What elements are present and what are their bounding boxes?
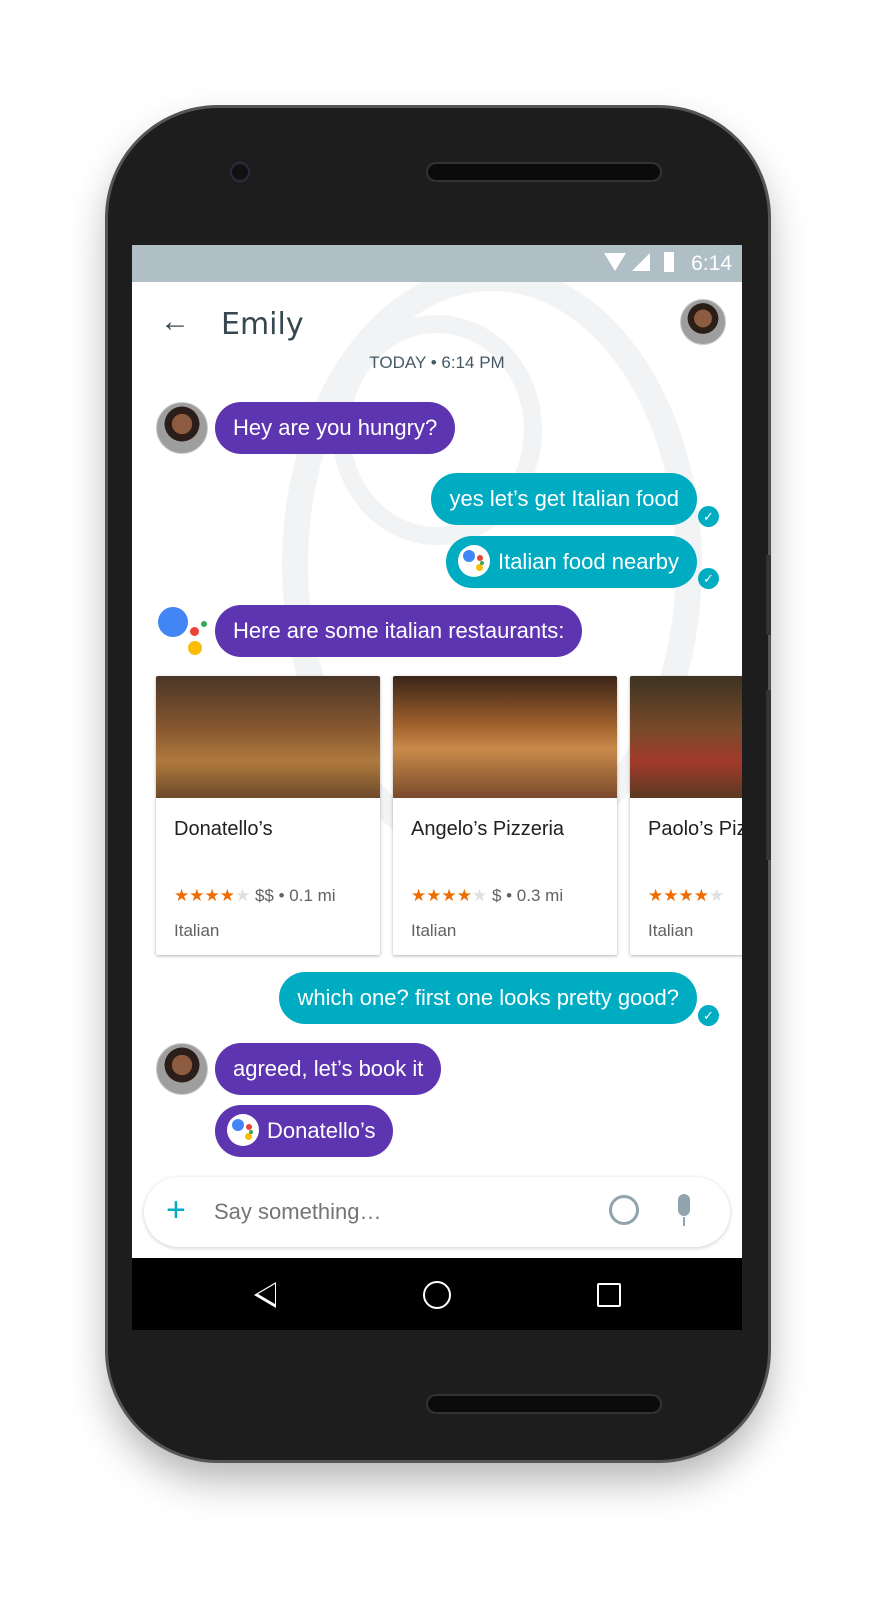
top-speaker — [426, 162, 662, 182]
front-camera — [230, 162, 250, 182]
back-arrow-icon[interactable]: ← — [160, 305, 190, 339]
home-nav-icon[interactable] — [423, 1281, 451, 1309]
sent-check-icon: ✓ — [698, 568, 719, 589]
back-nav-icon-inner — [258, 1284, 275, 1304]
wifi-icon — [604, 253, 626, 271]
rating-row: ★★★★★ $$ • 0.1 mi — [174, 886, 336, 906]
restaurant-photo — [156, 676, 380, 798]
message-bubble: which one? first one looks pretty good? — [279, 972, 697, 1024]
google-assistant-avatar-icon — [158, 607, 210, 659]
cuisine: Italian — [648, 921, 694, 940]
restaurant-card[interactable]: Angelo’s Pizzeria ★★★★★ $ • 0.3 mi Itali… — [393, 676, 617, 955]
power-button[interactable] — [766, 690, 771, 860]
price-distance: $$ • 0.1 mi — [254, 886, 336, 905]
recents-nav-icon[interactable] — [597, 1283, 621, 1307]
emily-avatar — [156, 402, 208, 454]
emily-avatar — [156, 1043, 208, 1095]
message-bubble: Hey are you hungry? — [215, 402, 456, 454]
query-text: Donatello’s — [267, 1118, 376, 1143]
star-icon: ★★★★ — [648, 886, 709, 905]
status-bar: 6:14 — [132, 245, 742, 282]
message-input[interactable] — [214, 1194, 584, 1230]
volume-button[interactable] — [766, 555, 771, 635]
restaurant-name: Donatello’s — [174, 818, 273, 840]
message-bubble: agreed, let’s book it — [215, 1043, 442, 1095]
date-label: TODAY • 6:14 PM — [369, 353, 505, 372]
restaurant-photo — [393, 676, 617, 798]
screen: 6:14 ← Emily TODAY • 6:14 PM Hey are you… — [132, 245, 742, 1330]
restaurant-card[interactable]: Paolo’s Piz ★★★★★ Italian — [630, 676, 742, 955]
sent-check-icon: ✓ — [698, 1005, 719, 1026]
star-empty-icon: ★ — [471, 886, 488, 905]
rating-row: ★★★★★ $ • 0.3 mi — [411, 886, 563, 906]
clock: 6:14 — [691, 252, 732, 275]
sent-check-icon: ✓ — [698, 506, 719, 527]
restaurant-name: Angelo’s Pizzeria — [411, 818, 565, 840]
cuisine: Italian — [411, 921, 457, 940]
signal-icon — [632, 253, 650, 271]
rating-row: ★★★★★ — [648, 886, 724, 906]
star-icon: ★★★★ — [174, 886, 235, 905]
compose-bar: + — [144, 1177, 730, 1247]
emoji-icon[interactable] — [609, 1195, 639, 1225]
restaurant-card[interactable]: Donatello’s ★★★★★ $$ • 0.1 mi Italian — [156, 676, 380, 955]
star-empty-icon: ★ — [234, 886, 251, 905]
google-assistant-icon — [457, 545, 490, 578]
battery-icon — [664, 252, 674, 272]
query-text: Italian food nearby — [497, 549, 679, 574]
restaurant-photo — [630, 676, 742, 798]
star-icon: ★★★★ — [411, 886, 472, 905]
contact-name: Emily — [221, 307, 304, 342]
bottom-speaker — [426, 1394, 662, 1414]
google-assistant-icon — [227, 1114, 259, 1147]
microphone-stand — [683, 1217, 685, 1226]
star-empty-icon: ★ — [708, 886, 725, 905]
microphone-icon[interactable] — [678, 1194, 690, 1216]
assistant-query-bubble[interactable]: Italian food nearby — [445, 536, 697, 588]
navigation-bar — [132, 1258, 742, 1330]
assistant-query-bubble[interactable]: Donatello’s — [215, 1105, 394, 1157]
plus-icon[interactable]: + — [166, 1191, 186, 1230]
contact-avatar[interactable] — [680, 299, 726, 345]
cuisine: Italian — [174, 921, 220, 940]
assistant-message-bubble: Here are some italian restaurants: — [215, 605, 583, 657]
price-distance: $ • 0.3 mi — [491, 886, 564, 905]
restaurant-name: Paolo’s Piz — [648, 818, 742, 840]
message-bubble: yes let’s get Italian food — [431, 473, 697, 525]
